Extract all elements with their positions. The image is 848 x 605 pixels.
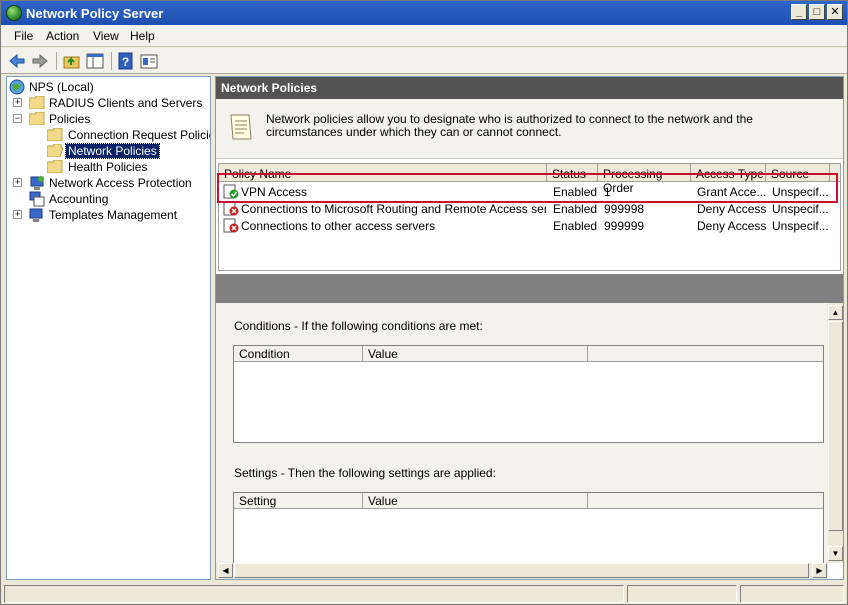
conditions-grid: Condition Value [233, 345, 824, 443]
forward-arrow-icon[interactable] [30, 51, 50, 71]
folder-open-icon [47, 144, 63, 157]
tree-item-label: Network Access Protection [49, 176, 192, 190]
templates-icon [29, 208, 43, 222]
conditions-label: Conditions - If the following conditions… [234, 319, 483, 333]
tree-item-label: Connection Request Policies [68, 128, 211, 142]
show-hide-tree-icon[interactable] [85, 51, 105, 71]
folder-icon [47, 128, 63, 141]
scroll-down-icon[interactable]: ▼ [828, 546, 843, 561]
tree-item-label: Network Policies [65, 143, 160, 159]
scroll-left-icon[interactable]: ◀ [218, 563, 233, 578]
folder-icon [29, 112, 45, 125]
deny-policy-icon [223, 201, 239, 216]
title-bar[interactable]: Network Policy Server _ □ ✕ [1, 1, 847, 25]
main-window: Network Policy Server _ □ ✕ File Action Vi… [0, 0, 848, 605]
pane-title: Network Policies [221, 81, 318, 95]
settings-grid: Setting Value [233, 492, 824, 563]
collapse-icon[interactable]: − [13, 114, 22, 123]
svg-text:?: ? [122, 55, 129, 69]
help-icon[interactable]: ? [116, 51, 136, 71]
scroll-thumb[interactable] [828, 321, 843, 531]
tree-item-label: Templates Management [49, 208, 178, 222]
details-header-band [216, 274, 843, 303]
highlight-box [217, 173, 838, 203]
accounting-icon [29, 191, 45, 207]
expand-icon[interactable]: + [13, 178, 22, 187]
up-folder-icon[interactable] [62, 51, 82, 71]
column-header-value[interactable]: Value [363, 346, 588, 362]
scroll-up-icon[interactable]: ▲ [828, 305, 843, 320]
pane-header: Network Policies [216, 77, 843, 99]
folder-icon [47, 160, 63, 173]
expand-icon[interactable]: + [13, 98, 22, 107]
status-cell [740, 585, 844, 603]
tree-item-label: NPS (Local) [29, 80, 94, 94]
nps-globe-icon [9, 79, 25, 95]
deny-policy-icon [223, 218, 239, 233]
console-tree: NPS (Local) + RADIUS Clients and Servers… [6, 76, 211, 580]
column-header-value[interactable]: Value [363, 493, 588, 509]
properties-icon[interactable] [139, 51, 159, 71]
results-pane: Network Policies Network policies allow … [215, 76, 844, 580]
menu-help[interactable]: Help [130, 29, 155, 43]
settings-label: Settings - Then the following settings a… [234, 466, 496, 480]
scroll-right-icon[interactable]: ▶ [812, 563, 827, 578]
minimize-button[interactable]: _ [791, 4, 807, 20]
toolbar: ? [1, 48, 847, 74]
nps-app-icon [6, 5, 22, 21]
document-note-icon [230, 114, 252, 140]
tree-item-label: Health Policies [68, 160, 148, 174]
close-button[interactable]: ✕ [827, 4, 843, 20]
menu-view[interactable]: View [93, 29, 119, 43]
window-title: Network Policy Server [26, 6, 164, 21]
tree-item-label: Policies [49, 112, 91, 126]
folder-icon [29, 96, 45, 109]
tree-item-label: RADIUS Clients and Servers [49, 96, 203, 110]
menu-action[interactable]: Action [46, 29, 79, 43]
status-bar [1, 583, 847, 604]
description-text: Network policies allow you to designate … [266, 112, 753, 139]
table-row[interactable]: Connections to other access servers Enab… [219, 217, 840, 234]
column-header-setting[interactable]: Setting [234, 493, 363, 509]
nap-computer-icon [30, 176, 44, 190]
status-cell [627, 585, 737, 603]
vertical-scrollbar[interactable]: ▲ ▼ [828, 303, 843, 563]
horizontal-scrollbar[interactable]: ◀ ▶ [216, 563, 828, 579]
policy-details: Conditions - If the following conditions… [216, 303, 828, 563]
expand-icon[interactable]: + [13, 210, 22, 219]
back-arrow-icon[interactable] [7, 51, 27, 71]
menu-bar: File Action View Help [1, 25, 847, 47]
description-panel: Network policies allow you to designate … [216, 99, 843, 159]
menu-file[interactable]: File [14, 29, 33, 43]
column-header-condition[interactable]: Condition [234, 346, 363, 362]
maximize-button[interactable]: □ [809, 4, 825, 20]
tree-item-label: Accounting [49, 192, 109, 206]
hscroll-thumb[interactable] [234, 563, 809, 578]
status-cell [4, 585, 624, 603]
